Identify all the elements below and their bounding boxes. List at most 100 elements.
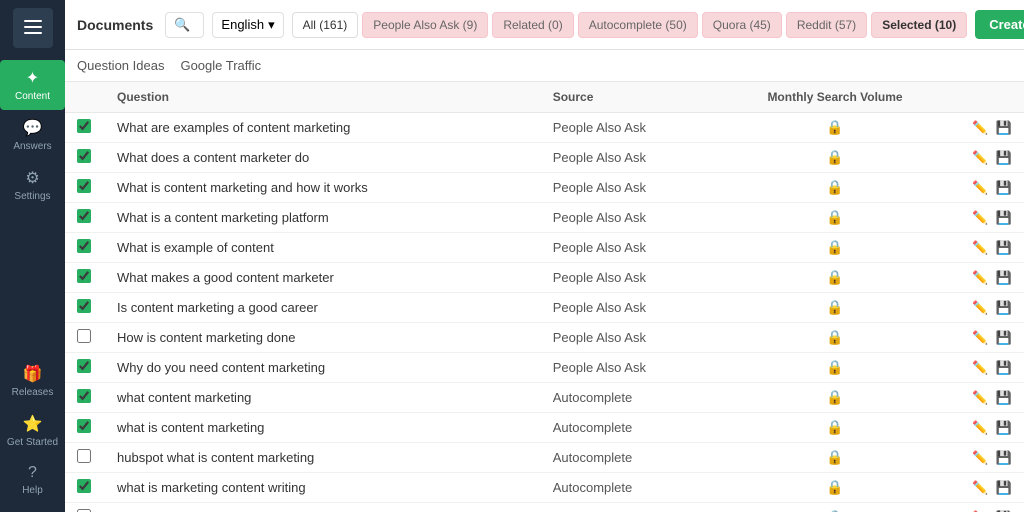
row-question: How is content marketing done <box>105 323 541 353</box>
sidebar-logo[interactable] <box>13 8 53 48</box>
settings-icon: ⚙ <box>25 168 39 188</box>
edit-icon[interactable]: ✏️ <box>972 210 988 225</box>
row-checkbox[interactable] <box>77 359 91 373</box>
tab-autocomplete[interactable]: Autocomplete (50) <box>578 12 698 38</box>
row-actions: ✏️ 💾 <box>954 503 1024 512</box>
row-checkbox[interactable] <box>77 299 91 313</box>
row-actions: ✏️ 💾 <box>954 203 1024 233</box>
lock-icon: 🔒 <box>826 149 843 165</box>
sidebar-item-releases[interactable]: 🎁 Releases <box>0 356 65 406</box>
table-row: What is example of content People Also A… <box>65 233 1024 263</box>
save-icon[interactable]: 💾 <box>996 180 1012 195</box>
tab-selected[interactable]: Selected (10) <box>871 12 967 38</box>
row-checkbox[interactable] <box>77 419 91 433</box>
lock-icon: 🔒 <box>826 419 843 435</box>
tab-quora[interactable]: Quora (45) <box>702 12 782 38</box>
row-source: People Also Ask <box>541 113 716 143</box>
row-checkbox[interactable] <box>77 269 91 283</box>
row-msv: 🔒 <box>716 443 954 473</box>
save-icon[interactable]: 💾 <box>996 420 1012 435</box>
language-select[interactable]: English ▾ <box>212 12 283 38</box>
edit-icon[interactable]: ✏️ <box>972 330 988 345</box>
language-label: English <box>221 17 264 32</box>
row-checkbox[interactable] <box>77 329 91 343</box>
row-source: People Also Ask <box>541 233 716 263</box>
edit-icon[interactable]: ✏️ <box>972 420 988 435</box>
row-checkbox-cell <box>65 323 105 353</box>
row-msv: 🔒 <box>716 173 954 203</box>
row-question: what is marketing content writing <box>105 473 541 503</box>
save-icon[interactable]: 💾 <box>996 360 1012 375</box>
lock-icon: 🔒 <box>826 299 843 315</box>
sidebar-item-label: Help <box>22 485 43 496</box>
edit-icon[interactable]: ✏️ <box>972 360 988 375</box>
row-source: People Also Ask <box>541 143 716 173</box>
subnav-question-ideas[interactable]: Question Ideas <box>77 54 164 77</box>
row-question: What is example of content <box>105 233 541 263</box>
save-icon[interactable]: 💾 <box>996 120 1012 135</box>
questions-table: Question Source Monthly Search Volume Wh… <box>65 82 1024 512</box>
row-checkbox[interactable] <box>77 479 91 493</box>
row-msv: 🔒 <box>716 473 954 503</box>
edit-icon[interactable]: ✏️ <box>972 480 988 495</box>
save-icon[interactable]: 💾 <box>996 240 1012 255</box>
edit-icon[interactable]: ✏️ <box>972 240 988 255</box>
edit-icon[interactable]: ✏️ <box>972 390 988 405</box>
row-question: hubspot what is content marketing <box>105 443 541 473</box>
tab-people-also-ask[interactable]: People Also Ask (9) <box>362 12 488 38</box>
save-icon[interactable]: 💾 <box>996 480 1012 495</box>
chevron-down-icon: ▾ <box>268 17 275 33</box>
row-actions: ✏️ 💾 <box>954 473 1024 503</box>
tab-all[interactable]: All (161) <box>292 12 359 38</box>
lock-icon: 🔒 <box>826 239 843 255</box>
create-document-button[interactable]: Create Document <box>975 10 1024 39</box>
sidebar-item-answers[interactable]: 💬 Answers <box>0 110 65 160</box>
edit-icon[interactable]: ✏️ <box>972 300 988 315</box>
row-source: People Also Ask <box>541 323 716 353</box>
row-msv: 🔒 <box>716 233 954 263</box>
save-icon[interactable]: 💾 <box>996 210 1012 225</box>
edit-icon[interactable]: ✏️ <box>972 180 988 195</box>
sidebar-item-label: Answers <box>13 141 51 152</box>
row-checkbox[interactable] <box>77 239 91 253</box>
save-icon[interactable]: 💾 <box>996 300 1012 315</box>
lock-icon: 🔒 <box>826 269 843 285</box>
row-source: People Also Ask <box>541 263 716 293</box>
releases-icon: 🎁 <box>23 364 43 384</box>
main-content: Documents 🔍 English ▾ All (161) People A… <box>65 0 1024 512</box>
row-checkbox[interactable] <box>77 209 91 223</box>
table-row: content marketing what is it Autocomplet… <box>65 503 1024 512</box>
sidebar-item-help[interactable]: ? Help <box>0 456 65 504</box>
tab-reddit[interactable]: Reddit (57) <box>786 12 867 38</box>
row-checkbox[interactable] <box>77 119 91 133</box>
sidebar-item-get-started[interactable]: ⭐ Get Started <box>0 406 65 456</box>
row-checkbox[interactable] <box>77 179 91 193</box>
row-question: Why do you need content marketing <box>105 353 541 383</box>
edit-icon[interactable]: ✏️ <box>972 150 988 165</box>
save-icon[interactable]: 💾 <box>996 390 1012 405</box>
save-icon[interactable]: 💾 <box>996 330 1012 345</box>
sidebar-item-content[interactable]: ✦ Content <box>0 60 65 110</box>
save-icon[interactable]: 💾 <box>996 450 1012 465</box>
row-actions: ✏️ 💾 <box>954 233 1024 263</box>
row-question: What is content marketing and how it wor… <box>105 173 541 203</box>
row-actions: ✏️ 💾 <box>954 263 1024 293</box>
edit-icon[interactable]: ✏️ <box>972 450 988 465</box>
table-row: What are examples of content marketing P… <box>65 113 1024 143</box>
row-checkbox[interactable] <box>77 389 91 403</box>
table-row: Why do you need content marketing People… <box>65 353 1024 383</box>
sidebar: ✦ Content 💬 Answers ⚙ Settings 🎁 Release… <box>0 0 65 512</box>
subnav-google-traffic[interactable]: Google Traffic <box>180 54 261 77</box>
sidebar-item-settings[interactable]: ⚙ Settings <box>0 160 65 210</box>
row-checkbox-cell <box>65 413 105 443</box>
row-question: what content marketing <box>105 383 541 413</box>
save-icon[interactable]: 💾 <box>996 270 1012 285</box>
save-icon[interactable]: 💾 <box>996 150 1012 165</box>
edit-icon[interactable]: ✏️ <box>972 270 988 285</box>
tab-related[interactable]: Related (0) <box>492 12 573 38</box>
edit-icon[interactable]: ✏️ <box>972 120 988 135</box>
row-checkbox[interactable] <box>77 149 91 163</box>
col-checkbox <box>65 82 105 113</box>
lock-icon: 🔒 <box>826 329 843 345</box>
row-checkbox[interactable] <box>77 449 91 463</box>
